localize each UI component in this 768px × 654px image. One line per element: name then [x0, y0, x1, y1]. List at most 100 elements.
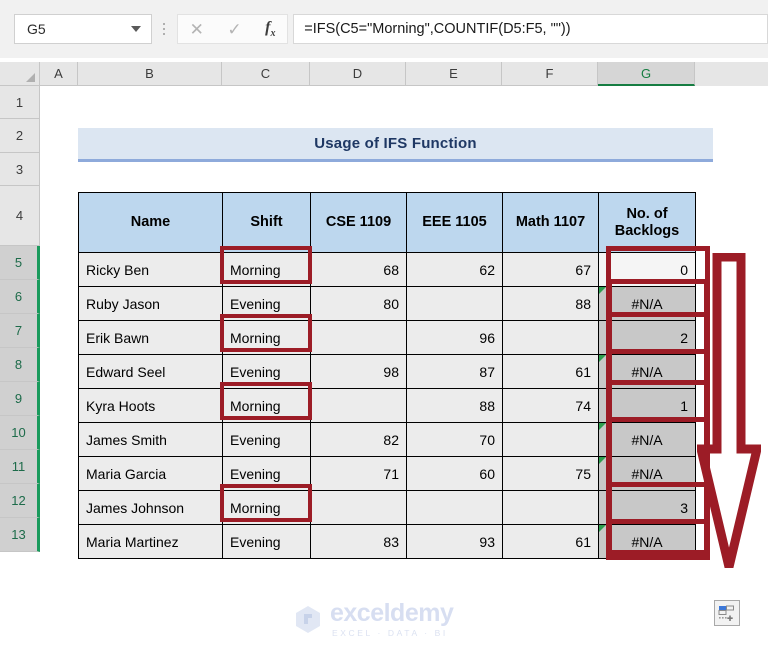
- close-icon[interactable]: ✕: [190, 21, 204, 38]
- cell-eee-r10[interactable]: 70: [406, 422, 503, 457]
- check-icon[interactable]: ✓: [227, 21, 241, 38]
- sheet-title-text: Usage of IFS Function: [314, 135, 477, 152]
- cell-eee-r8[interactable]: 87: [406, 354, 503, 389]
- error-indicator-icon: [599, 355, 606, 362]
- row-header-13[interactable]: 13: [0, 518, 40, 552]
- cell-backlogs-r9[interactable]: 1: [598, 388, 696, 423]
- cell-cse-r5[interactable]: 68: [310, 252, 407, 287]
- down-arrow-icon: [695, 252, 763, 571]
- cell-math-r11[interactable]: 75: [502, 456, 599, 491]
- cell-name-r11[interactable]: Maria Garcia: [78, 456, 223, 491]
- cell-eee-r5[interactable]: 62: [406, 252, 503, 287]
- row-header-10[interactable]: 10: [0, 416, 40, 450]
- cell-backlogs-r6[interactable]: #N/A: [598, 286, 696, 321]
- cell-math-r7[interactable]: [502, 320, 599, 355]
- cell-shift-r7[interactable]: Morning: [222, 320, 311, 355]
- column-header-d[interactable]: D: [310, 62, 406, 86]
- cell-name-r5[interactable]: Ricky Ben: [78, 252, 223, 287]
- cell-cse-r9[interactable]: [310, 388, 407, 423]
- formula-bar-area: G5 ✕ ✓ fx =IFS(C5="Morning",COUNTIF(D5:F…: [0, 0, 768, 58]
- column-header-e[interactable]: E: [406, 62, 502, 86]
- cell-shift-r12[interactable]: Morning: [222, 490, 311, 525]
- formula-input[interactable]: =IFS(C5="Morning",COUNTIF(D5:F5, "")): [293, 14, 768, 44]
- worksheet-grid[interactable]: Usage of IFS Function Name Shift CSE 110…: [40, 86, 768, 654]
- cell-name-r12[interactable]: James Johnson: [78, 490, 223, 525]
- cell-eee-r12[interactable]: [406, 490, 503, 525]
- table-row: Maria Martinez Evening 83 93 61 #N/A: [78, 524, 696, 559]
- insert-function-icon[interactable]: fx: [265, 19, 275, 39]
- cell-eee-r7[interactable]: 96: [406, 320, 503, 355]
- cell-eee-r9[interactable]: 88: [406, 388, 503, 423]
- column-header-c[interactable]: C: [222, 62, 310, 86]
- cell-shift-r8[interactable]: Evening: [222, 354, 311, 389]
- cell-math-r5[interactable]: 67: [502, 252, 599, 287]
- row-header-7[interactable]: 7: [0, 314, 40, 348]
- error-indicator-icon: [599, 423, 606, 430]
- select-all-icon: [26, 73, 35, 82]
- cell-math-r12[interactable]: [502, 490, 599, 525]
- column-header-g[interactable]: G: [598, 62, 695, 86]
- cell-cse-r10[interactable]: 82: [310, 422, 407, 457]
- cell-cse-r12[interactable]: [310, 490, 407, 525]
- row-header-5[interactable]: 5: [0, 246, 40, 280]
- row-header-11[interactable]: 11: [0, 450, 40, 484]
- autofill-options-button[interactable]: [714, 600, 740, 626]
- column-header-f[interactable]: F: [502, 62, 598, 86]
- cell-shift-r9[interactable]: Morning: [222, 388, 311, 423]
- cell-backlogs-r11[interactable]: #N/A: [598, 456, 696, 491]
- cell-math-r8[interactable]: 61: [502, 354, 599, 389]
- cell-backlogs-r12[interactable]: 3: [598, 490, 696, 525]
- table-header-row: Name Shift CSE 1109 EEE 1105 Math 1107 N…: [78, 192, 696, 253]
- cell-math-r9[interactable]: 74: [502, 388, 599, 423]
- cell-eee-r11[interactable]: 60: [406, 456, 503, 491]
- cell-eee-r6[interactable]: [406, 286, 503, 321]
- column-header-b[interactable]: B: [78, 62, 222, 86]
- cell-cse-r7[interactable]: [310, 320, 407, 355]
- cell-shift-r5[interactable]: Morning: [222, 252, 311, 287]
- name-box[interactable]: G5: [14, 14, 153, 44]
- row-header-2[interactable]: 2: [0, 119, 40, 153]
- row-header-6[interactable]: 6: [0, 280, 40, 314]
- cell-math-r13[interactable]: 61: [502, 524, 599, 559]
- watermark-text: exceldemy EXCEL · DATA · BI: [330, 601, 454, 638]
- cell-cse-r8[interactable]: 98: [310, 354, 407, 389]
- header-eee-1105: EEE 1105: [406, 192, 503, 253]
- chevron-down-icon[interactable]: [131, 26, 142, 32]
- cell-name-r10[interactable]: James Smith: [78, 422, 223, 457]
- cell-backlogs-r5[interactable]: 0: [598, 252, 696, 287]
- cell-cse-r6[interactable]: 80: [310, 286, 407, 321]
- formula-bar-drag-handle[interactable]: [157, 14, 171, 44]
- row-header-12[interactable]: 12: [0, 484, 40, 518]
- cell-math-r6[interactable]: 88: [502, 286, 599, 321]
- column-header-a[interactable]: A: [40, 62, 78, 86]
- data-table: Name Shift CSE 1109 EEE 1105 Math 1107 N…: [78, 192, 696, 559]
- row-header-column: 1 2 3 4 5 6 7 8 9 10 11 12 13: [0, 86, 40, 552]
- cell-cse-r13[interactable]: 83: [310, 524, 407, 559]
- cell-backlogs-r8[interactable]: #N/A: [598, 354, 696, 389]
- cell-shift-r13[interactable]: Evening: [222, 524, 311, 559]
- cell-name-r7[interactable]: Erik Bawn: [78, 320, 223, 355]
- header-backlogs-line1: No. of: [626, 205, 668, 222]
- cell-backlogs-r7[interactable]: 2: [598, 320, 696, 355]
- row-header-8[interactable]: 8: [0, 348, 40, 382]
- cell-name-r8[interactable]: Edward Seel: [78, 354, 223, 389]
- row-header-4[interactable]: 4: [0, 186, 40, 246]
- cell-name-r9[interactable]: Kyra Hoots: [78, 388, 223, 423]
- cell-backlogs-r13[interactable]: #N/A: [598, 524, 696, 559]
- cell-cse-r11[interactable]: 71: [310, 456, 407, 491]
- row-header-9[interactable]: 9: [0, 382, 40, 416]
- cell-math-r10[interactable]: [502, 422, 599, 457]
- sheet-title-banner: Usage of IFS Function: [78, 128, 713, 162]
- cell-shift-r10[interactable]: Evening: [222, 422, 311, 457]
- cell-shift-r11[interactable]: Evening: [222, 456, 311, 491]
- row-header-3[interactable]: 3: [0, 153, 40, 186]
- cell-backlogs-r10[interactable]: #N/A: [598, 422, 696, 457]
- cell-shift-r6[interactable]: Evening: [222, 286, 311, 321]
- table-row: Maria Garcia Evening 71 60 75 #N/A: [78, 456, 696, 491]
- cell-eee-r13[interactable]: 93: [406, 524, 503, 559]
- select-all-corner[interactable]: [0, 62, 40, 86]
- row-header-1[interactable]: 1: [0, 86, 40, 119]
- table-row: Ruby Jason Evening 80 88 #N/A: [78, 286, 696, 321]
- cell-name-r13[interactable]: Maria Martinez: [78, 524, 223, 559]
- cell-name-r6[interactable]: Ruby Jason: [78, 286, 223, 321]
